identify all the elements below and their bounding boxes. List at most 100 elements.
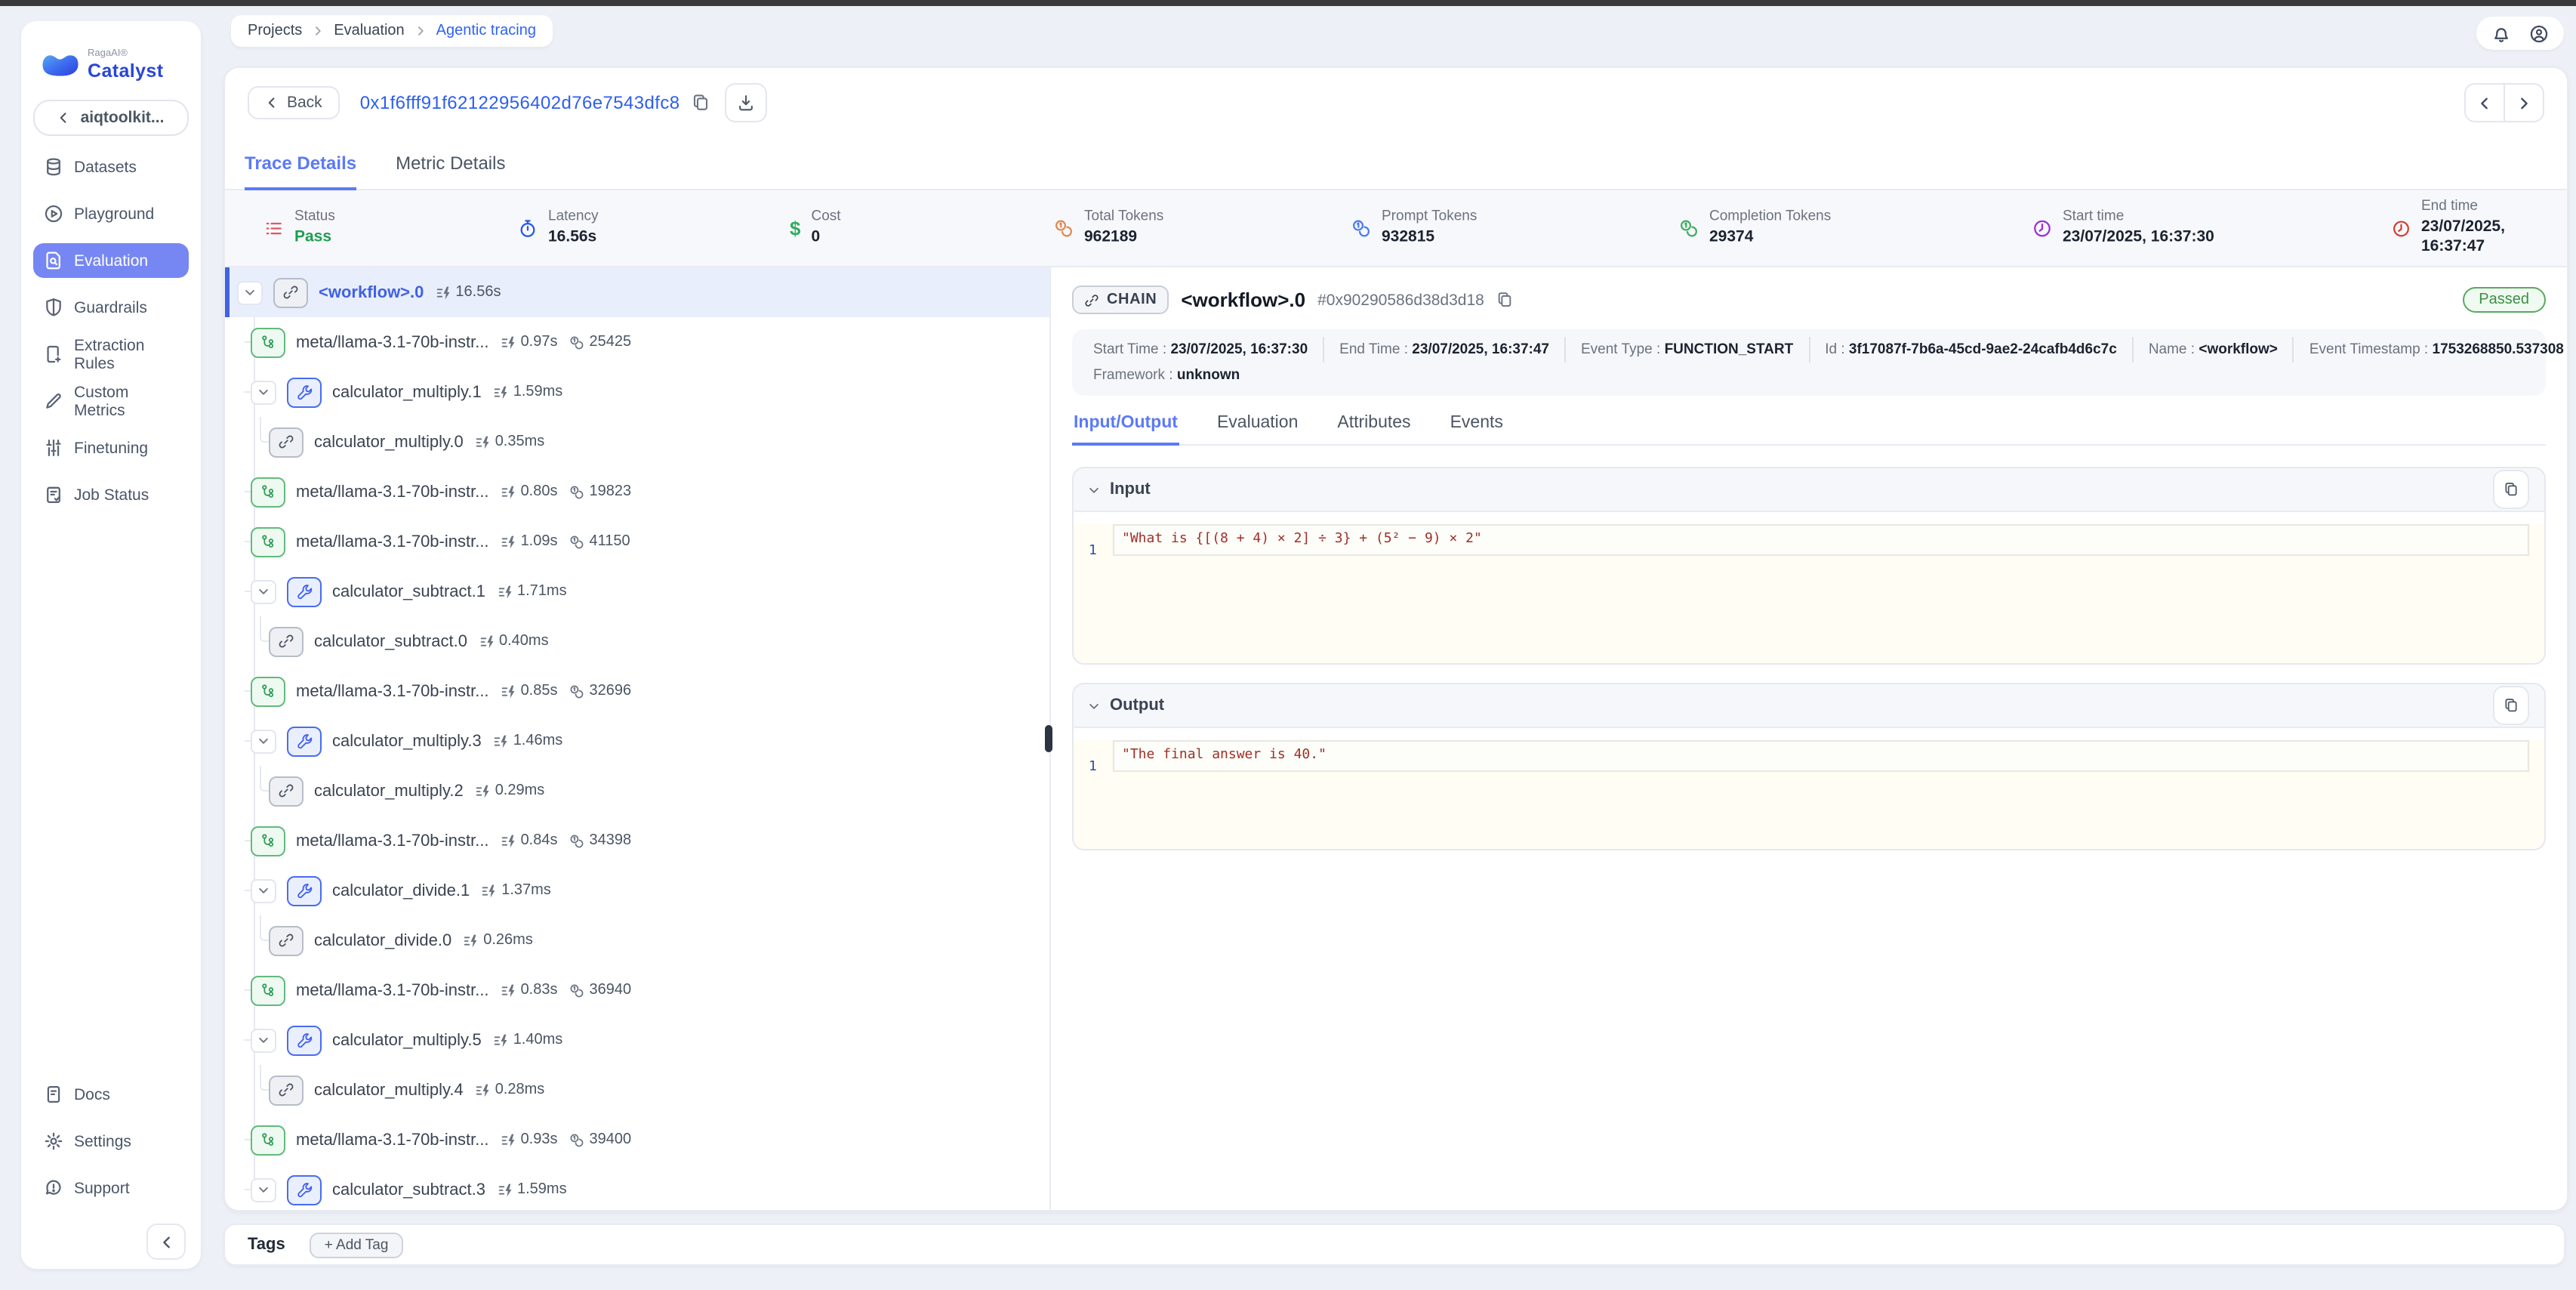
sidebar-item-job-status[interactable]: Job Status: [33, 477, 189, 512]
metric-cost: $ Cost 0: [790, 208, 841, 248]
chevron-down-icon[interactable]: [251, 1177, 276, 1202]
chain-span-icon: [273, 277, 308, 307]
tab-attributes[interactable]: Attributes: [1336, 414, 1412, 446]
metric-label: Completion Tokens: [1709, 208, 1831, 228]
pane-resize-handle[interactable]: [1045, 725, 1052, 752]
copy-output-button[interactable]: [2493, 686, 2529, 725]
span-latency: 1.09s: [501, 533, 558, 550]
tree-row[interactable]: meta/llama-3.1-70b-instr... 0.80s 19823: [225, 467, 1049, 517]
sidebar-item-extraction-rules[interactable]: Extraction Rules: [33, 337, 189, 372]
sidebar-item-finetuning[interactable]: Finetuning: [33, 431, 189, 465]
trace-id-link[interactable]: 0x1f6fff91f62122956402d76e7543dfc8: [360, 92, 680, 113]
metric-value: 0: [811, 227, 840, 248]
tab-metric-details[interactable]: Metric Details: [396, 137, 505, 190]
output-code-line: "The final answer is 40.": [1113, 740, 2529, 772]
tree-row[interactable]: calculator_divide.0 0.26ms: [225, 915, 1049, 965]
sidebar-collapse-button[interactable]: [146, 1224, 186, 1260]
trace-tabs: Trace Details Metric Details: [225, 137, 2567, 190]
tree-row[interactable]: calculator_multiply.4 0.28ms: [225, 1065, 1049, 1115]
tree-row[interactable]: calculator_subtract.3 1.59ms: [225, 1165, 1049, 1210]
tree-row[interactable]: calculator_multiply.1 1.59ms: [225, 367, 1049, 417]
latency-bolt-icon: [501, 534, 516, 549]
tab-input-output[interactable]: Input/Output: [1072, 414, 1179, 446]
tree-row[interactable]: meta/llama-3.1-70b-instr... 0.83s 36940: [225, 965, 1049, 1015]
add-tag-button[interactable]: + Add Tag: [310, 1232, 404, 1258]
tree-row[interactable]: calculator_multiply.3 1.46ms: [225, 716, 1049, 766]
chevron-down-icon[interactable]: [251, 729, 276, 753]
tokens-coins-icon: [1054, 218, 1074, 238]
copy-input-button[interactable]: [2493, 470, 2529, 509]
sidebar-item-label: Evaluation: [74, 252, 148, 270]
tree-row[interactable]: meta/llama-3.1-70b-instr... 0.85s 32696: [225, 666, 1049, 716]
output-code-viewer[interactable]: 1 "The final answer is 40.": [1074, 740, 2544, 849]
tree-row[interactable]: calculator_subtract.0 0.40ms: [225, 616, 1049, 666]
copy-icon[interactable]: [692, 94, 710, 112]
prev-trace-button[interactable]: [2466, 85, 2504, 121]
bell-icon[interactable]: [2491, 23, 2511, 43]
chevron-down-icon[interactable]: [251, 1028, 276, 1052]
tree-row[interactable]: meta/llama-3.1-70b-instr... 0.93s 39400: [225, 1115, 1049, 1165]
brand-name: Catalyst: [88, 61, 163, 80]
chevron-right-icon: [2517, 96, 2531, 110]
project-selector[interactable]: aiqtoolkit...: [33, 100, 189, 136]
tree-row[interactable]: calculator_subtract.1 1.71ms: [225, 566, 1049, 616]
span-latency: 0.84s: [501, 832, 558, 849]
metric-value: 16.56s: [548, 227, 599, 248]
sidebar-item-datasets[interactable]: Datasets: [33, 150, 189, 184]
tree-row[interactable]: meta/llama-3.1-70b-instr... 0.84s 34398: [225, 816, 1049, 866]
tokens-coins-icon: [570, 1132, 585, 1147]
span-latency: 0.83s: [501, 982, 558, 998]
copy-icon: [2504, 482, 2519, 497]
chain-span-icon: [269, 776, 304, 806]
back-button[interactable]: Back: [248, 86, 340, 119]
input-code-viewer[interactable]: 1 "What is {[(8 + 4) × 2] ÷ 3} + (5² − 9…: [1074, 524, 2544, 663]
metric-latency: Latency 16.56s: [518, 208, 599, 248]
tags-bar: Tags + Add Tag: [223, 1224, 2565, 1266]
metadata-item: Start Time : 23/07/2025, 16:37:30: [1078, 337, 1324, 363]
next-trace-button[interactable]: [2504, 85, 2543, 121]
breadcrumb-projects[interactable]: Projects: [248, 23, 302, 39]
sidebar-item-playground[interactable]: Playground: [33, 196, 189, 231]
input-section-header[interactable]: Input: [1074, 468, 2544, 512]
sidebar-item-support[interactable]: Support: [33, 1171, 189, 1205]
tab-events[interactable]: Events: [1449, 414, 1505, 446]
sidebar-item-evaluation[interactable]: Evaluation: [33, 243, 189, 278]
sidebar: RagaAI® Catalyst aiqtoolkit... Datasets …: [21, 21, 201, 1269]
chevron-down-icon[interactable]: [237, 280, 263, 304]
latency-bolt-icon: [501, 1132, 516, 1147]
tab-evaluation[interactable]: Evaluation: [1216, 414, 1299, 446]
chevron-down-icon[interactable]: [251, 878, 276, 903]
chevron-down-icon[interactable]: [251, 579, 276, 603]
sidebar-item-settings[interactable]: Settings: [33, 1124, 189, 1159]
tab-trace-details[interactable]: Trace Details: [245, 137, 356, 190]
sidebar-item-label: Job Status: [74, 486, 149, 504]
span-metadata: Start Time : 23/07/2025, 16:37:30 End Ti…: [1072, 329, 2546, 396]
tree-row[interactable]: calculator_divide.1 1.37ms: [225, 866, 1049, 915]
copy-icon[interactable]: [1496, 292, 1513, 308]
user-avatar-icon[interactable]: [2529, 23, 2549, 43]
span-name: calculator_multiply.1: [332, 383, 482, 401]
span-tokens: 34398: [570, 832, 632, 849]
tree-row[interactable]: <workflow>.0 16.56s: [225, 267, 1049, 317]
tree-row[interactable]: calculator_multiply.0 0.35ms: [225, 417, 1049, 467]
span-tree: <workflow>.0 16.56s: [225, 267, 1051, 1210]
breadcrumb-agentic-tracing[interactable]: Agentic tracing: [436, 23, 536, 39]
catalyst-logo-icon: [41, 51, 80, 79]
sidebar-item-guardrails[interactable]: Guardrails: [33, 290, 189, 325]
tree-row[interactable]: meta/llama-3.1-70b-instr... 0.97s 25425: [225, 317, 1049, 367]
output-section-header[interactable]: Output: [1074, 684, 2544, 728]
download-button[interactable]: [725, 83, 767, 122]
metric-prompt-tokens: Prompt Tokens 932815: [1351, 208, 1477, 248]
breadcrumb-evaluation[interactable]: Evaluation: [334, 23, 404, 39]
sidebar-item-custom-metrics[interactable]: Custom Metrics: [33, 384, 189, 418]
chevron-left-icon: [58, 112, 70, 124]
metric-value: 29374: [1709, 227, 1831, 248]
sidebar-item-label: Docs: [74, 1085, 110, 1103]
sidebar-item-docs[interactable]: Docs: [33, 1077, 189, 1112]
input-section: Input 1 "What is {[(8 + 4) × 2] ÷ 3} + (…: [1072, 467, 2546, 665]
tree-row[interactable]: calculator_multiply.2 0.29ms: [225, 766, 1049, 816]
chevron-down-icon[interactable]: [251, 380, 276, 404]
tree-row[interactable]: meta/llama-3.1-70b-instr... 1.09s 41150: [225, 517, 1049, 566]
span-latency: 0.26ms: [464, 932, 533, 949]
tree-row[interactable]: calculator_multiply.5 1.40ms: [225, 1015, 1049, 1065]
